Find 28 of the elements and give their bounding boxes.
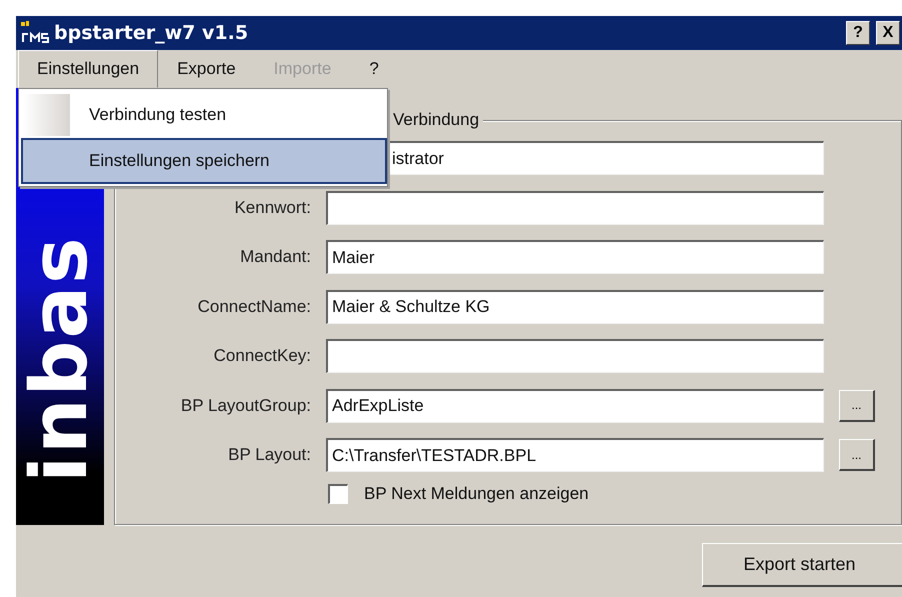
input-field[interactable] [326, 339, 824, 373]
menu-option[interactable]: Verbindung testen [21, 92, 387, 138]
checkbox[interactable] [328, 484, 348, 504]
checkbox-label: BP Next Meldungen anzeigen [364, 484, 589, 504]
input-field[interactable]: AdrExpListe [326, 388, 824, 422]
field-label: ConnectKey: [212, 346, 311, 366]
input-field[interactable]: Maier [326, 240, 824, 274]
field-label: Kennwort: [233, 198, 311, 218]
field-label: Mandant: [239, 247, 311, 267]
menu-item[interactable]: Exporte [158, 50, 255, 88]
export-button[interactable]: Export starten [702, 543, 902, 587]
menu-option[interactable]: Einstellungen speichern [21, 138, 387, 184]
window-title: bpstarter_w7 v1.5 [54, 22, 248, 44]
field-label: BP LayoutGroup: [180, 396, 311, 416]
group-title: Verbindung [389, 110, 484, 130]
input-field[interactable]: Maier & Schultze KG [326, 290, 824, 324]
logo-text: inbas [16, 235, 104, 483]
field-label: ConnectName: [196, 296, 311, 316]
help-button[interactable]: ? [846, 21, 870, 45]
close-button[interactable]: X [876, 21, 900, 45]
input-field[interactable]: C:\Transfer\TESTADR.BPL [326, 438, 824, 472]
menu-item[interactable]: Einstellungen [18, 50, 158, 88]
browse-button[interactable]: ... [839, 390, 875, 422]
field-label: BP Layout: [227, 445, 311, 465]
menu-item[interactable]: ? [350, 50, 398, 88]
app-logo-icon [20, 20, 50, 46]
browse-button[interactable]: ... [839, 439, 875, 471]
input-field[interactable] [326, 190, 824, 224]
